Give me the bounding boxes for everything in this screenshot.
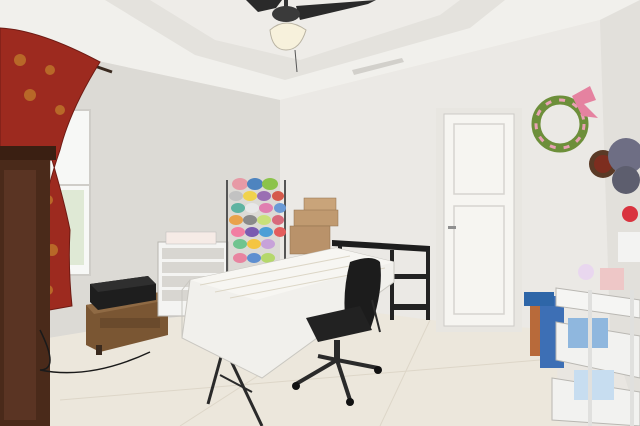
room-image bbox=[0, 0, 640, 426]
armoire bbox=[0, 146, 56, 426]
door bbox=[436, 108, 522, 332]
photo-scene bbox=[0, 0, 640, 426]
